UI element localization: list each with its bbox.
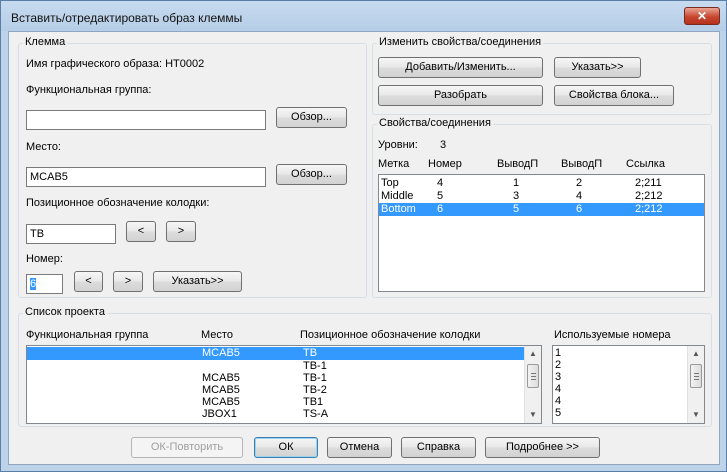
conn-cell-pin1: 1 xyxy=(513,177,520,189)
strip-label: Позиционное обозначение колодки: xyxy=(26,197,210,209)
project-row-selected[interactable]: MCAB5 TB xyxy=(27,347,524,360)
used-numbers-label: Используемые номера xyxy=(554,329,671,341)
scroll-up-icon[interactable]: ▲ xyxy=(525,346,541,362)
conn-col-ref: Ссылка xyxy=(626,158,665,170)
window-title: Вставить/отредактировать образ клеммы xyxy=(11,11,243,25)
conn-cell-ref: 2;212 xyxy=(635,190,663,202)
cancel-button[interactable]: Отмена xyxy=(327,437,392,458)
project-cell-location: MCAB5 xyxy=(202,347,240,359)
conn-cell-number: 5 xyxy=(437,190,444,202)
project-cell-strip: TS-A xyxy=(303,408,329,420)
used-number-text: 5 xyxy=(555,407,562,419)
project-col-strip: Позиционное обозначение колодки xyxy=(300,329,481,341)
strip-next-button[interactable]: > xyxy=(166,221,196,242)
graphic-name-label: Имя графического образа: HT0002 xyxy=(26,58,205,70)
levels-label: Уровни: xyxy=(378,139,418,151)
connections-list[interactable]: Top 4 1 2 2;211 Middle 5 3 4 2;212 Botto… xyxy=(378,174,705,292)
conn-cell-number: 6 xyxy=(437,203,444,215)
func-group-label: Функциональная группа: xyxy=(26,84,152,96)
conn-cell-pin2: 6 xyxy=(576,203,583,215)
conn-col-label: Метка xyxy=(378,158,410,170)
title-bar[interactable]: Вставить/отредактировать образ клеммы ✕ xyxy=(1,1,726,31)
conn-cell-pin1: 5 xyxy=(513,203,520,215)
conn-col-pin2: ВыводП xyxy=(561,158,603,170)
details-button[interactable]: Подробнее >> xyxy=(485,437,600,458)
conn-row-selected[interactable]: Bottom 6 5 6 2;212 xyxy=(379,203,704,216)
connections-group-title: Свойства/соединения xyxy=(377,117,493,129)
conn-cell-number: 4 xyxy=(437,177,444,189)
conn-cell-pin1: 3 xyxy=(513,190,520,202)
conn-cell-label: Top xyxy=(381,177,399,189)
ok-button[interactable]: ОК xyxy=(254,437,318,458)
scroll-thumb[interactable] xyxy=(527,364,539,388)
number-next-button[interactable]: > xyxy=(113,271,143,292)
help-button[interactable]: Справка xyxy=(401,437,476,458)
project-group-title: Список проекта xyxy=(23,306,107,318)
break-button[interactable]: Разобрать xyxy=(378,85,543,106)
conn-cell-label: Bottom xyxy=(381,203,416,215)
conn-cell-ref: 2;212 xyxy=(635,203,663,215)
conn-col-pin1: ВыводП xyxy=(497,158,539,170)
conn-row[interactable]: Middle 5 3 4 2;212 xyxy=(379,190,704,203)
strip-prev-button[interactable]: < xyxy=(126,221,156,242)
conn-row[interactable]: Top 4 1 2 2;211 xyxy=(379,177,704,190)
scroll-down-icon[interactable]: ▼ xyxy=(688,407,704,423)
func-group-input[interactable] xyxy=(26,110,266,130)
dialog-client: Клемма Имя графического образа: HT0002 Ф… xyxy=(8,31,720,465)
location-input[interactable]: MCAB5 xyxy=(26,167,266,187)
levels-value: 3 xyxy=(440,139,447,151)
conn-cell-pin2: 4 xyxy=(576,190,583,202)
number-value: 6 xyxy=(30,278,37,290)
location-label: Место: xyxy=(26,141,61,153)
number-label: Номер: xyxy=(26,253,63,265)
scroll-up-icon[interactable]: ▲ xyxy=(688,346,704,362)
project-col-location: Место xyxy=(201,329,233,341)
conn-cell-pin2: 2 xyxy=(576,177,583,189)
location-browse-button[interactable]: Обзор... xyxy=(276,164,347,185)
props-pick-button[interactable]: Указать>> xyxy=(554,57,641,78)
project-row[interactable]: JBOX1 TS-A xyxy=(27,408,524,421)
props-group-title: Изменить свойства/соединения xyxy=(377,36,544,48)
project-col-func-group: Функциональная группа xyxy=(26,329,149,341)
project-list[interactable]: MCAB5 TB TB-1 MCAB5 TB-1 MCAB5 TB-2 MCAB… xyxy=(26,345,542,424)
conn-cell-ref: 2;211 xyxy=(635,177,662,189)
scroll-down-icon[interactable]: ▼ xyxy=(525,407,541,423)
add-modify-button[interactable]: Добавить/Изменить... xyxy=(378,57,543,78)
project-cell-location: JBOX1 xyxy=(202,408,237,420)
conn-cell-label: Middle xyxy=(381,190,414,202)
number-prev-button[interactable]: < xyxy=(74,271,103,292)
func-group-browse-button[interactable]: Обзор... xyxy=(276,107,347,128)
dialog-window: Вставить/отредактировать образ клеммы ✕ … xyxy=(0,0,727,472)
used-numbers-scrollbar[interactable]: ▲ ▼ xyxy=(687,346,704,423)
used-numbers-list[interactable]: 1 2 3 4 4 5 ▲ ▼ xyxy=(552,345,705,424)
block-props-button[interactable]: Свойства блока... xyxy=(554,85,674,106)
scroll-thumb[interactable] xyxy=(690,364,702,388)
conn-col-number: Номер xyxy=(428,158,462,170)
close-button[interactable]: ✕ xyxy=(684,7,720,25)
number-input[interactable]: 6 xyxy=(26,274,63,294)
used-number-item[interactable]: 5 xyxy=(553,407,683,420)
number-pick-button[interactable]: Указать>> xyxy=(153,271,242,292)
strip-input[interactable]: TB xyxy=(26,224,116,244)
ok-repeat-button[interactable]: ОК-Повторить xyxy=(131,437,243,458)
terminal-group-title: Клемма xyxy=(23,36,68,48)
project-list-scrollbar[interactable]: ▲ ▼ xyxy=(524,346,541,423)
project-cell-strip: TB xyxy=(303,347,318,359)
